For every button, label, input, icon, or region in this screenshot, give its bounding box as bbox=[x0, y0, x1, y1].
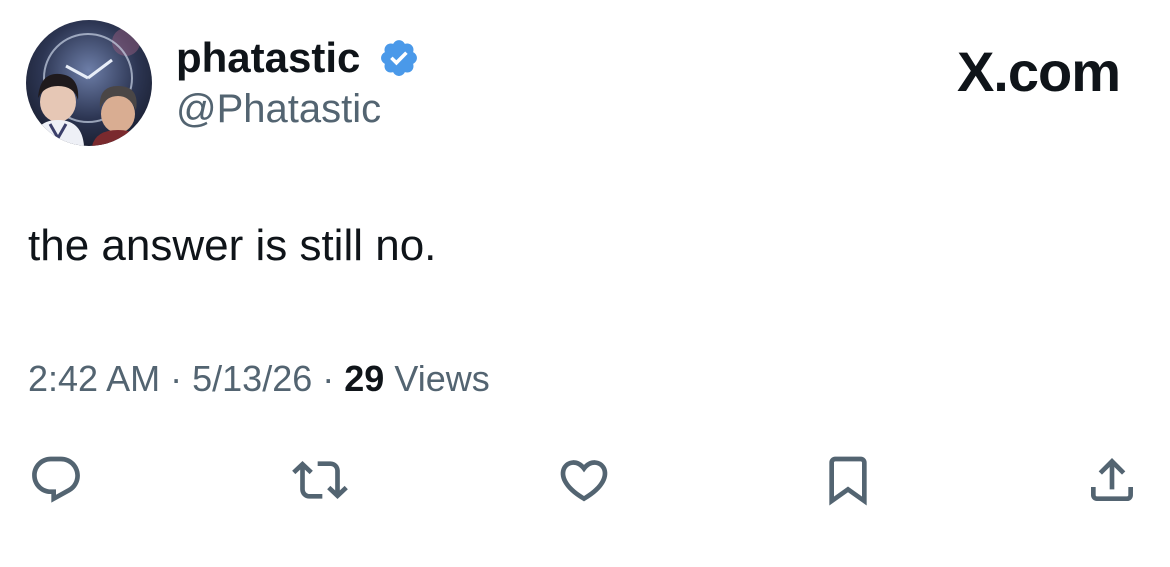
meta-separator: · bbox=[322, 358, 335, 399]
author-handle[interactable]: @Phatastic bbox=[176, 84, 381, 134]
brand-label: X.com bbox=[956, 40, 1121, 103]
bookmark-button[interactable] bbox=[816, 448, 880, 512]
views-count: 29 bbox=[344, 358, 385, 399]
reply-button[interactable] bbox=[24, 448, 88, 512]
share-button[interactable] bbox=[1080, 448, 1144, 512]
bookmark-icon bbox=[829, 456, 867, 506]
heart-icon bbox=[560, 460, 608, 502]
reply-icon bbox=[32, 456, 80, 503]
retweet-icon bbox=[292, 461, 348, 499]
like-button[interactable] bbox=[552, 448, 616, 512]
meta-separator: · bbox=[170, 358, 183, 399]
tweet-time[interactable]: 2:42 AM bbox=[28, 358, 160, 399]
display-name[interactable]: phatastic bbox=[176, 30, 360, 86]
retweet-button[interactable] bbox=[288, 448, 352, 512]
tweet-meta: 2:42 AM · 5/13/26 · 29 Views bbox=[28, 356, 490, 402]
profile-avatar[interactable] bbox=[26, 20, 152, 146]
verified-badge-icon bbox=[378, 37, 420, 79]
views-label: Views bbox=[394, 358, 490, 399]
action-bar bbox=[0, 448, 1170, 512]
share-icon bbox=[1091, 458, 1133, 501]
tweet-text: the answer is still no. bbox=[28, 221, 437, 270]
tweet-date[interactable]: 5/13/26 bbox=[192, 358, 312, 399]
